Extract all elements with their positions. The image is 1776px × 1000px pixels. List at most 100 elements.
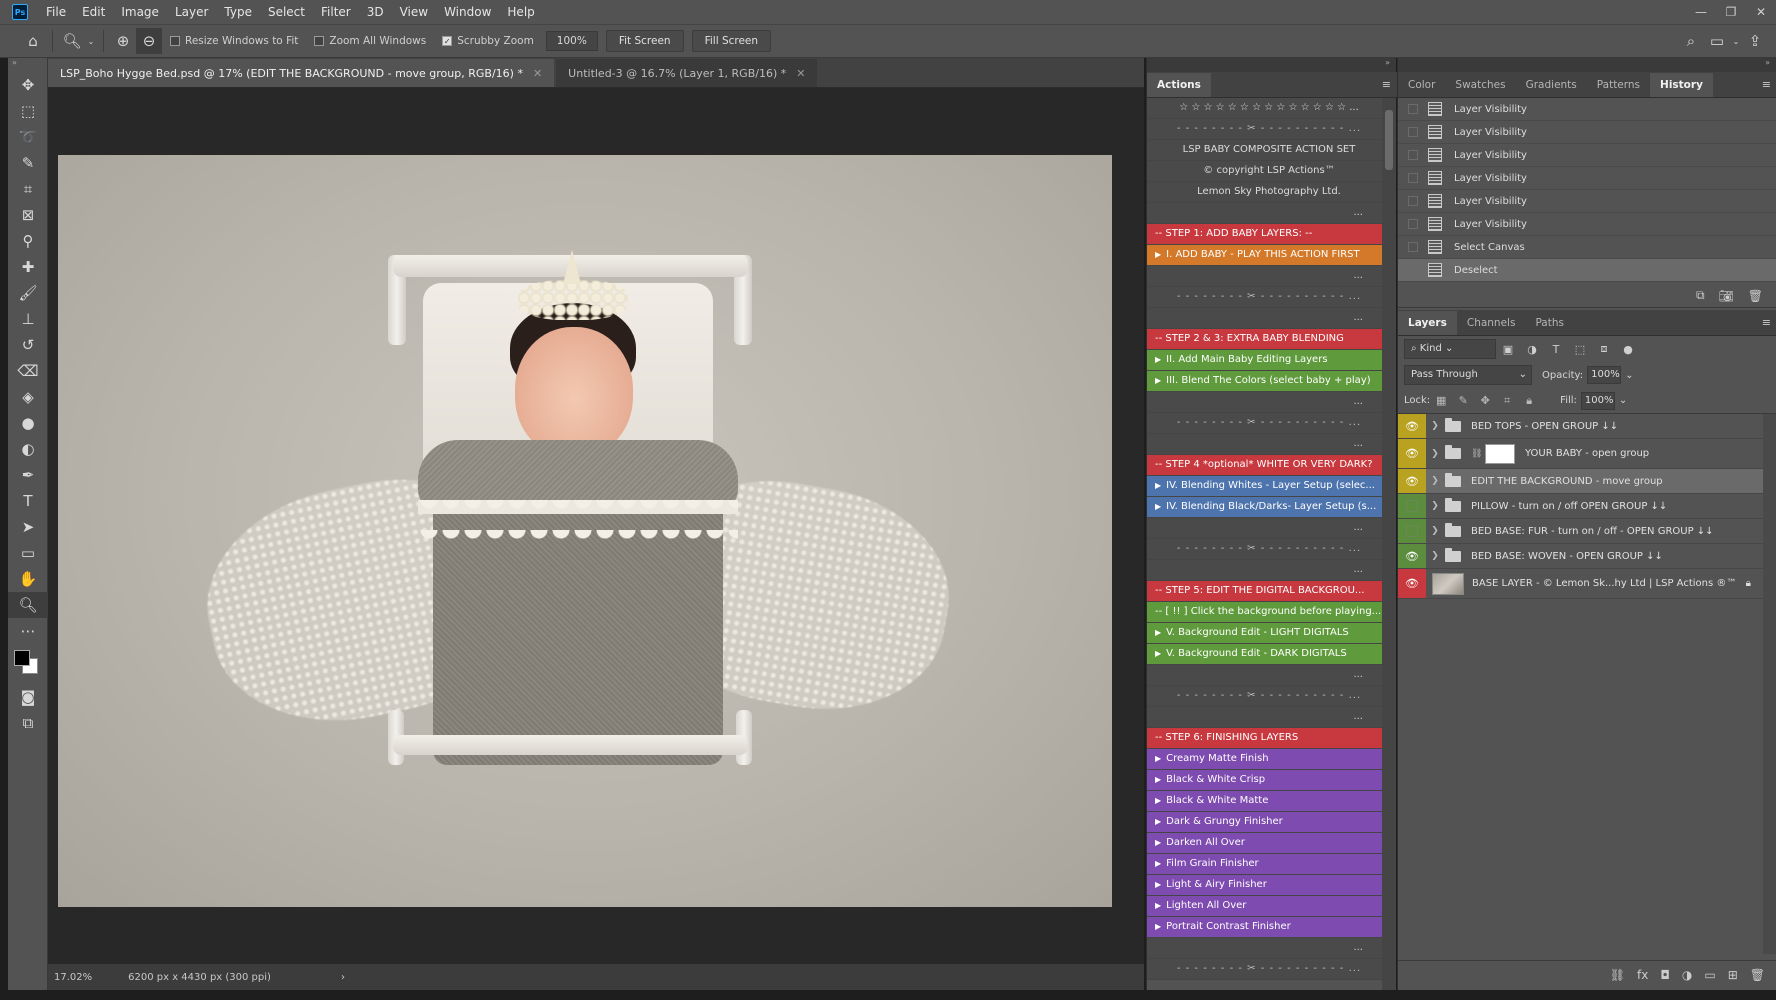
tab-history[interactable]: History — [1650, 73, 1713, 97]
brush-tool-icon[interactable]: 🖌︎ — [8, 280, 48, 306]
play-triangle-icon[interactable]: ▶ — [1155, 250, 1161, 259]
action-row[interactable]: ☆ ☆ ☆ ☆ ☆ ☆ ☆ ☆ ☆ ☆ ☆ ☆ ☆ ☆ ... — [1147, 98, 1383, 119]
action-row[interactable]: ... — [1147, 308, 1383, 329]
play-triangle-icon[interactable]: ▶ — [1155, 817, 1161, 826]
type-tool-icon[interactable]: T — [8, 488, 48, 514]
action-row[interactable]: ▶ Lighten All Over — [1147, 896, 1383, 917]
action-row[interactable]: Lemon Sky Photography Ltd. — [1147, 182, 1383, 203]
layer-mask-thumbnail[interactable] — [1485, 443, 1515, 464]
layer-row[interactable]: 👁︎ ❯ BED TOPS - OPEN GROUP ↓↓ — [1398, 414, 1763, 439]
tab-actions[interactable]: Actions — [1147, 73, 1211, 97]
menu-edit[interactable]: Edit — [74, 0, 113, 24]
chevron-right-icon[interactable]: ❯ — [1429, 421, 1441, 431]
play-triangle-icon[interactable]: ▶ — [1155, 859, 1161, 868]
menu-window[interactable]: Window — [436, 0, 499, 24]
search-icon[interactable]: ⌕ — [1678, 28, 1704, 54]
chevron-right-icon[interactable]: ❯ — [1429, 551, 1441, 561]
action-row[interactable]: ▶ V. Background Edit - DARK DIGITALS — [1147, 644, 1383, 665]
frame-tool-icon[interactable]: ⊠ — [8, 202, 48, 228]
history-source-checkbox[interactable] — [1408, 173, 1418, 183]
visibility-toggle[interactable]: 👁︎ — [1398, 569, 1426, 598]
layer-row[interactable]: 👁︎ ❯ ⛓︎ YOUR BABY - open group — [1398, 439, 1763, 469]
tab-boho-hygge-bed[interactable]: LSP_Boho Hygge Bed.psd @ 17% (EDIT THE B… — [48, 59, 555, 87]
zoom-tool-preset-icon[interactable]: 🔍︎ — [59, 28, 85, 54]
chevron-down-icon[interactable]: ⌄ — [85, 28, 97, 54]
chevron-right-icon[interactable]: › — [341, 972, 345, 983]
layer-row[interactable]: 👁︎ ❯ BED BASE: WOVEN - OPEN GROUP ↓↓ — [1398, 544, 1763, 569]
visibility-toggle[interactable]: 👁︎ — [1398, 544, 1426, 568]
action-row[interactable]: LSP BABY COMPOSITE ACTION SET — [1147, 140, 1383, 161]
zoom-tool-icon[interactable]: 🔍︎ — [8, 592, 48, 618]
action-row[interactable]: ▶ IV. Blending Black/Darks- Layer Setup (… — [1147, 497, 1383, 518]
action-row[interactable]: © copyright LSP Actions™ — [1147, 161, 1383, 182]
play-triangle-icon[interactable]: ▶ — [1155, 901, 1161, 910]
opacity-field[interactable]: 100% — [1587, 366, 1622, 384]
layer-row[interactable]: ❯ BED BASE: FUR - turn on / off - OPEN GR… — [1398, 519, 1763, 544]
action-row[interactable]: ... — [1147, 203, 1383, 224]
history-state[interactable]: Layer Visibility — [1398, 190, 1776, 213]
action-row[interactable]: ▶ Light & Airy Finisher — [1147, 875, 1383, 896]
action-row[interactable]: ▶ Black & White Matte — [1147, 791, 1383, 812]
scrubby-zoom-checkbox[interactable]: ✓ Scrubby Zoom — [442, 35, 534, 47]
action-row[interactable]: - - - - - - - - ✂ - - - - - - - - - - ..… — [1147, 413, 1383, 434]
visibility-toggle[interactable]: 👁︎ — [1398, 439, 1426, 468]
menu-3d[interactable]: 3D — [359, 0, 392, 24]
history-source-checkbox[interactable] — [1408, 265, 1418, 275]
action-row[interactable]: ▶ I. ADD BABY - PLAY THIS ACTION FIRST — [1147, 245, 1383, 266]
panel-menu-icon[interactable]: ≡ — [1762, 78, 1771, 91]
action-row[interactable]: ... — [1147, 434, 1383, 455]
zoom-out-icon[interactable]: ⊖ — [136, 28, 162, 54]
action-row[interactable]: - - - - - - - - ✂ - - - - - - - - - - ..… — [1147, 287, 1383, 308]
action-row[interactable]: -- STEP 4 *optional* WHITE OR VERY DARK? — [1147, 455, 1383, 476]
play-triangle-icon[interactable]: ▶ — [1155, 796, 1161, 805]
tab-patterns[interactable]: Patterns — [1587, 73, 1650, 97]
quick-mask-icon[interactable]: ◙ — [8, 684, 48, 710]
lock-all-icon[interactable]: 🔒︎ — [1518, 394, 1540, 408]
eyedropper-tool-icon[interactable]: ⚲ — [8, 228, 48, 254]
chevron-down-icon[interactable]: ⌄ — [1619, 395, 1627, 406]
eraser-tool-icon[interactable]: ⌫ — [8, 358, 48, 384]
fit-screen-button[interactable]: Fit Screen — [605, 30, 684, 52]
visibility-toggle[interactable]: 👁︎ — [1398, 469, 1426, 493]
chevron-right-icon[interactable]: ❯ — [1429, 526, 1441, 536]
link-icon[interactable]: ⛓︎ — [1471, 449, 1482, 459]
color-swatches[interactable] — [8, 644, 48, 684]
action-row[interactable]: - - - - - - - - ✂ - - - - - - - - - - ..… — [1147, 119, 1383, 140]
filter-shape-icon[interactable]: ⬚ — [1568, 343, 1592, 356]
lasso-tool-icon[interactable]: ➰ — [8, 124, 48, 150]
action-row[interactable]: - - - - - - - - ✂ - - - - - - - - - - ..… — [1147, 686, 1383, 707]
layer-row[interactable]: ❯ PILLOW - turn on / off OPEN GROUP ↓↓ — [1398, 494, 1763, 519]
expand-toolbar-icon[interactable]: » — [8, 58, 47, 72]
menu-file[interactable]: File — [38, 0, 74, 24]
actions-scrollbar[interactable] — [1382, 98, 1396, 990]
history-state[interactable]: Layer Visibility — [1398, 213, 1776, 236]
dodge-tool-icon[interactable]: ◐ — [8, 436, 48, 462]
visibility-toggle[interactable]: 👁︎ — [1398, 414, 1426, 438]
history-state[interactable]: Layer Visibility — [1398, 98, 1776, 121]
action-row[interactable]: ▶ IV. Blending Whites - Layer Setup (sele… — [1147, 476, 1383, 497]
minimize-button[interactable]: — — [1686, 5, 1716, 19]
tab-gradients[interactable]: Gradients — [1516, 73, 1587, 97]
menu-help[interactable]: Help — [499, 0, 542, 24]
path-selection-tool-icon[interactable]: ➤ — [8, 514, 48, 540]
zoom-in-icon[interactable]: ⊕ — [110, 28, 136, 54]
layers-scrollbar[interactable] — [1763, 414, 1776, 954]
action-row[interactable]: ... — [1147, 518, 1383, 539]
home-icon[interactable]: ⌂ — [20, 28, 46, 54]
action-row[interactable]: ▶ II. Add Main Baby Editing Layers — [1147, 350, 1383, 371]
blend-mode-select[interactable]: Pass Through ⌄ — [1404, 365, 1532, 385]
history-source-checkbox[interactable] — [1408, 196, 1418, 206]
action-row[interactable]: ... — [1147, 665, 1383, 686]
close-icon[interactable]: ✕ — [796, 67, 805, 80]
play-triangle-icon[interactable]: ▶ — [1155, 880, 1161, 889]
action-row[interactable]: - - - - - - - - ✂ - - - - - - - - - - ..… — [1147, 959, 1383, 980]
document-canvas-image[interactable] — [58, 155, 1112, 907]
tab-swatches[interactable]: Swatches — [1445, 73, 1515, 97]
new-document-from-state-icon[interactable]: ⧉ — [1696, 288, 1705, 303]
fill-field[interactable]: 100% — [1580, 391, 1615, 410]
action-row[interactable]: ... — [1147, 392, 1383, 413]
layer-row[interactable]: 👁︎ ❯ EDIT THE BACKGROUND - move group — [1398, 469, 1763, 494]
action-row[interactable]: ... — [1147, 938, 1383, 959]
restore-button[interactable]: ❐ — [1716, 5, 1746, 19]
visibility-toggle[interactable] — [1398, 519, 1426, 543]
